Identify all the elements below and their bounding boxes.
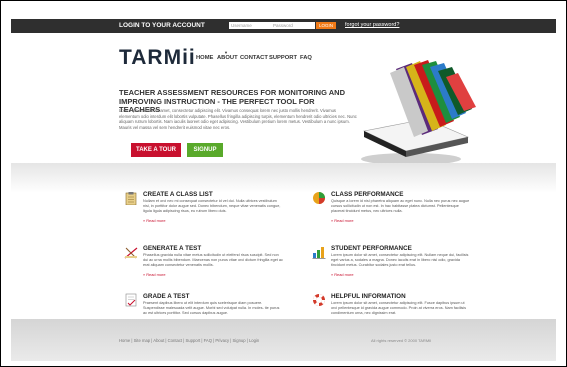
graded-paper-icon [125,293,137,307]
nav-support[interactable]: SUPPORT [269,55,297,61]
pie-chart-icon [313,192,325,204]
read-more-link[interactable]: » Read more [331,272,354,277]
password-input[interactable]: Password [271,22,315,29]
feature-text: Lorem ipsum dolor sit amet, consectetur … [331,253,469,267]
feature-text: Nullam et orci nec mi consequat consecte… [143,199,281,213]
page: LOGIN TO YOUR ACCOUNT Username Password … [11,19,556,361]
books-illustration [361,60,476,165]
feature-title: CLASS PERFORMANCE [331,191,404,198]
signup-button[interactable]: SIGNUP [187,143,223,157]
lifebuoy-icon [313,294,325,306]
browser-frame: LOGIN TO YOUR ACCOUNT Username Password … [0,0,567,367]
feature-title: HELPFUL INFORMATION [331,293,406,300]
feature-text: Quisque a lorem id nisl pharetra aliquam… [331,199,470,213]
feature-title: CREATE A CLASS LIST [143,191,213,198]
feature-text: Praesent dapibus libero ut elit interdum… [143,301,280,315]
features-section: CREATE A CLASS LIST Nullam et orci nec m… [11,163,556,325]
hero-intro: Lorem ipsum dolor sit amet, consectetur … [119,108,357,130]
read-more-link[interactable]: » Read more [143,272,166,277]
footer-links[interactable]: Home | Site map | About | Contact | Supp… [119,338,259,343]
feature-text: Lorem ipsum dolor sit amet, consectetur … [331,301,467,315]
login-bar: LOGIN TO YOUR ACCOUNT Username Password … [11,19,556,33]
logo[interactable]: TARMii [119,46,196,70]
footer-copyright: All rights reserved © 2000 TARMII [371,338,432,343]
feature-text: Phasellus gravida nulla vitae metus soll… [143,253,283,267]
feature-title: GENERATE A TEST [143,245,202,252]
login-button[interactable]: LOGIN [316,22,336,29]
feature-title: GRADE A TEST [143,293,190,300]
login-label: LOGIN TO YOUR ACCOUNT [119,22,205,29]
nav-faq[interactable]: FAQ [300,55,312,61]
username-input[interactable]: Username [229,22,273,29]
clipboard-icon [125,192,137,205]
bar-chart-icon [312,247,326,259]
footer: Home | Site map | About | Contact | Supp… [11,319,556,361]
drafting-tools-icon [124,247,138,259]
take-a-tour-button[interactable]: TAKE A TOUR [131,143,181,157]
forgot-password-link[interactable]: forgot your password? [345,22,399,28]
read-more-link[interactable]: » Read more [143,218,166,223]
nav-home[interactable]: HOME [196,55,213,61]
read-more-link[interactable]: » Read more [331,218,354,223]
feature-title: STUDENT PERFORMANCE [331,245,412,252]
nav-contact[interactable]: CONTACT [240,55,268,61]
nav-about[interactable]: ABOUT [217,55,238,61]
